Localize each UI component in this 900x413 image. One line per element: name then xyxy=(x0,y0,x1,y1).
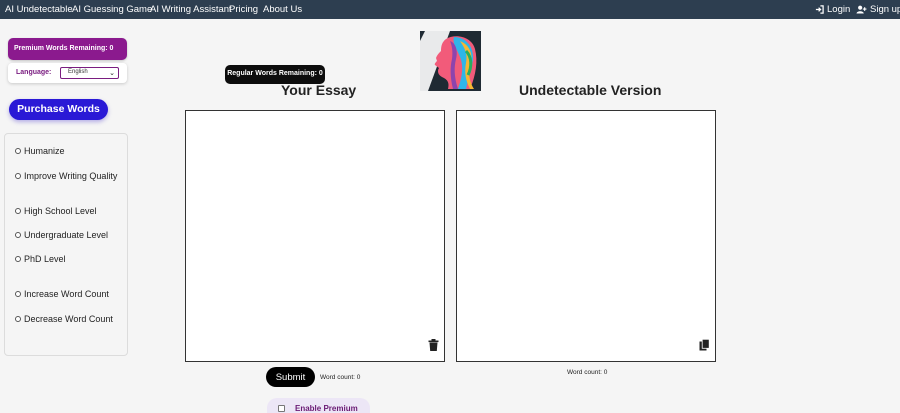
radio-button[interactable] xyxy=(15,208,21,214)
option-label: Humanize xyxy=(24,146,65,156)
option-label: High School Level xyxy=(24,206,97,216)
option-high-school-level[interactable]: High School Level xyxy=(15,206,97,216)
login-icon xyxy=(815,5,824,14)
radio-button[interactable] xyxy=(15,232,21,238)
premium-words-badge: Premium Words Remaining: 0 xyxy=(8,38,127,60)
enable-premium-toggle[interactable]: Enable Premium xyxy=(267,398,370,413)
submit-button[interactable]: Submit xyxy=(266,367,315,387)
radio-button[interactable] xyxy=(15,316,21,322)
language-label: Language: xyxy=(16,69,52,76)
option-phd-level[interactable]: PhD Level xyxy=(15,254,66,264)
radio-button[interactable] xyxy=(15,291,21,297)
purchase-words-button[interactable]: Purchase Words xyxy=(9,99,108,120)
language-value: English xyxy=(68,69,88,75)
login-link[interactable]: Login xyxy=(815,4,850,15)
essay-heading: Your Essay xyxy=(281,82,357,98)
option-label: Increase Word Count xyxy=(24,289,109,299)
essay-input[interactable] xyxy=(185,110,445,362)
chevron-down-icon: ⌄ xyxy=(109,70,115,77)
undetectable-output[interactable] xyxy=(456,110,716,362)
option-label: Undergraduate Level xyxy=(24,230,109,240)
nav-link-ai-undetectable[interactable]: AI Undetectable xyxy=(5,4,73,15)
option-humanize[interactable]: Humanize xyxy=(15,146,65,156)
option-undergraduate-level[interactable]: Undergraduate Level xyxy=(15,230,108,240)
language-select[interactable]: English ⌄ xyxy=(60,67,119,79)
language-box: Language: English ⌄ xyxy=(8,63,127,83)
enable-premium-checkbox[interactable] xyxy=(278,405,285,412)
signup-label: Sign up xyxy=(870,4,900,15)
option-improve-writing-quality[interactable]: Improve Writing Quality xyxy=(15,171,117,181)
output-word-count: Word count: 0 xyxy=(567,369,608,376)
option-increase-word-count[interactable]: Increase Word Count xyxy=(15,289,109,299)
nav-link-about-us[interactable]: About Us xyxy=(263,4,302,15)
radio-button[interactable] xyxy=(15,256,21,262)
nav-link-ai-guessing-game[interactable]: AI Guessing Game xyxy=(72,4,152,15)
options-panel: Humanize Improve Writing Quality High Sc… xyxy=(4,133,128,356)
input-word-count: Word count: 0 xyxy=(320,374,361,381)
option-label: Improve Writing Quality xyxy=(24,171,118,181)
output-heading: Undetectable Version xyxy=(519,82,662,98)
signup-link[interactable]: Sign up xyxy=(856,4,900,15)
top-nav: AI Undetectable AI Guessing Game AI Writ… xyxy=(0,0,900,19)
radio-button[interactable] xyxy=(15,148,21,154)
copy-icon[interactable] xyxy=(699,338,710,356)
nav-link-pricing[interactable]: Pricing xyxy=(229,4,258,15)
option-label: Decrease Word Count xyxy=(24,314,113,324)
colorful-head-logo xyxy=(420,31,481,91)
option-decrease-word-count[interactable]: Decrease Word Count xyxy=(15,314,113,324)
enable-premium-label: Enable Premium xyxy=(295,404,358,413)
nav-link-ai-writing-assistant[interactable]: AI Writing Assistant xyxy=(150,4,232,15)
login-label: Login xyxy=(827,4,851,15)
option-label: PhD Level xyxy=(24,254,66,264)
trash-icon[interactable] xyxy=(428,338,439,356)
radio-button[interactable] xyxy=(15,173,21,179)
add-user-icon xyxy=(856,5,867,14)
